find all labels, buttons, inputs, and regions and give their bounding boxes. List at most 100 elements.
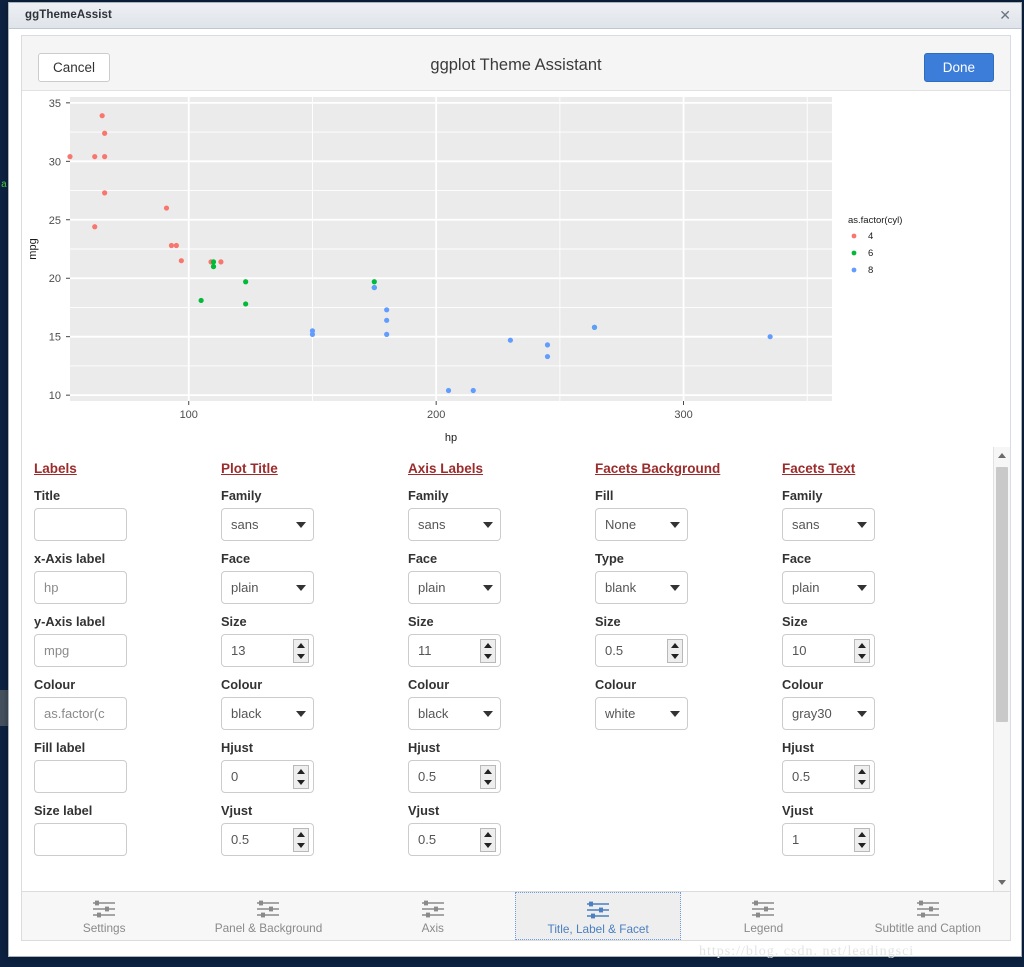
stepper-up-icon[interactable]	[855, 640, 869, 651]
stepper-down-icon[interactable]	[855, 840, 869, 851]
scroll-up-icon[interactable]	[994, 447, 1010, 464]
form-column-heading[interactable]: Axis Labels	[408, 461, 595, 476]
field-label: x-Axis label	[34, 551, 106, 566]
axis-labels-face-select[interactable]: plain	[408, 571, 501, 604]
labels-title-input[interactable]	[34, 508, 127, 541]
stepper-up-icon[interactable]	[668, 640, 682, 651]
select-value: black	[231, 706, 262, 721]
facets-text-size-stepper[interactable]: 10	[782, 634, 875, 667]
tab-settings[interactable]: Settings	[22, 892, 186, 940]
stepper-down-icon[interactable]	[855, 651, 869, 662]
facets-text-vjust-stepper[interactable]: 1	[782, 823, 875, 856]
stepper-arrows[interactable]	[854, 828, 870, 852]
stepper-down-icon[interactable]	[294, 651, 308, 662]
stepper-arrows[interactable]	[293, 828, 309, 852]
tab-panel-background[interactable]: Panel & Background	[186, 892, 350, 940]
facets-text-colour-select[interactable]: gray30	[782, 697, 875, 730]
stepper-down-icon[interactable]	[294, 840, 308, 851]
axis-labels-hjust-stepper[interactable]: 0.5	[408, 760, 501, 793]
stepper-down-icon[interactable]	[668, 651, 682, 662]
svg-text:30: 30	[49, 156, 61, 168]
stepper-up-icon[interactable]	[855, 829, 869, 840]
form-field: Hjust 0	[221, 740, 408, 793]
select-value: None	[605, 517, 637, 532]
facets-background-type-select[interactable]: blank	[595, 571, 688, 604]
facets-text-face-select[interactable]: plain	[782, 571, 875, 604]
plot-title-vjust-stepper[interactable]: 0.5	[221, 823, 314, 856]
select-value: black	[418, 706, 449, 721]
form-field: Face plain	[782, 551, 969, 604]
axis-labels-vjust-stepper[interactable]: 0.5	[408, 823, 501, 856]
stepper-arrows[interactable]	[480, 828, 496, 852]
form-field: Title	[34, 488, 221, 541]
axis-labels-family-select[interactable]: sans	[408, 508, 501, 541]
form-column-heading[interactable]: Facets Text	[782, 461, 969, 476]
form-column-heading[interactable]: Labels	[34, 461, 221, 476]
labels-size-label-input[interactable]	[34, 823, 127, 856]
svg-text:8: 8	[868, 265, 873, 276]
stepper-arrows[interactable]	[667, 639, 683, 663]
stepper-up-icon[interactable]	[855, 766, 869, 777]
form-scrollbar[interactable]	[993, 447, 1010, 891]
scroll-down-icon[interactable]	[994, 874, 1010, 891]
labels-fill-label-input[interactable]	[34, 760, 127, 793]
done-button[interactable]: Done	[923, 53, 994, 82]
axis-labels-colour-select[interactable]: black	[408, 697, 501, 730]
stepper-arrows[interactable]	[480, 639, 496, 663]
svg-text:300: 300	[674, 409, 692, 421]
form-column-heading[interactable]: Facets Background	[595, 461, 782, 476]
select-value: white	[605, 706, 636, 721]
tab-subtitle-and-caption[interactable]: Subtitle and Caption	[846, 892, 1010, 940]
stepper-arrows[interactable]	[854, 639, 870, 663]
field-label: Family	[408, 488, 449, 503]
stepper-up-icon[interactable]	[294, 766, 308, 777]
tab-title-label-facet[interactable]: Title, Label & Facet	[514, 892, 682, 940]
stepper-down-icon[interactable]	[481, 840, 495, 851]
facets-text-family-select[interactable]: sans	[782, 508, 875, 541]
plot-title-size-stepper[interactable]: 13	[221, 634, 314, 667]
form-field: Hjust 0.5	[782, 740, 969, 793]
tab-axis[interactable]: Axis	[351, 892, 515, 940]
field-label: Fill label	[34, 740, 86, 755]
plot-title-hjust-stepper[interactable]: 0	[221, 760, 314, 793]
form-column-heading[interactable]: Plot Title	[221, 461, 408, 476]
facets-background-size-stepper[interactable]: 0.5	[595, 634, 688, 667]
stepper-arrows[interactable]	[480, 765, 496, 789]
plot-title-family-select[interactable]: sans	[221, 508, 314, 541]
form-field: Type blank	[595, 551, 782, 604]
tab-legend[interactable]: Legend	[681, 892, 845, 940]
stepper-down-icon[interactable]	[481, 777, 495, 788]
stepper-up-icon[interactable]	[481, 829, 495, 840]
stepper-arrows[interactable]	[293, 639, 309, 663]
svg-text:hp: hp	[445, 432, 457, 444]
labels-colour-input[interactable]: as.factor(c	[34, 697, 127, 730]
stepper-down-icon[interactable]	[481, 651, 495, 662]
axis-labels-size-stepper[interactable]: 11	[408, 634, 501, 667]
bottom-tabbar: Settings Panel & Background Axis Title, Lab…	[21, 891, 1011, 941]
plot-title-colour-select[interactable]: black	[221, 697, 314, 730]
stepper-up-icon[interactable]	[481, 766, 495, 777]
scrollbar-thumb[interactable]	[996, 467, 1008, 722]
facets-background-colour-select[interactable]: white	[595, 697, 688, 730]
chevron-down-icon	[296, 585, 306, 591]
stepper-down-icon[interactable]	[294, 777, 308, 788]
stepper-up-icon[interactable]	[294, 640, 308, 651]
chevron-down-icon	[670, 522, 680, 528]
form-column-plot-title: Plot Title Family sans Face plain Size 13 Colou…	[221, 455, 408, 891]
form-field: Fill label	[34, 740, 221, 793]
stepper-down-icon[interactable]	[855, 777, 869, 788]
labels-x-axis-label-input[interactable]: hp	[34, 571, 127, 604]
labels-y-axis-label-input[interactable]: mpg	[34, 634, 127, 667]
facets-background-fill-select[interactable]: None	[595, 508, 688, 541]
stepper-arrows[interactable]	[854, 765, 870, 789]
svg-text:as.factor(cyl): as.factor(cyl)	[848, 215, 902, 226]
field-label: Vjust	[408, 803, 440, 818]
close-icon[interactable]: ✕	[999, 7, 1011, 23]
plot-title-face-select[interactable]: plain	[221, 571, 314, 604]
stepper-arrows[interactable]	[293, 765, 309, 789]
stepper-up-icon[interactable]	[481, 640, 495, 651]
facets-text-hjust-stepper[interactable]: 0.5	[782, 760, 875, 793]
form-field: Size 11	[408, 614, 595, 667]
field-label: Face	[221, 551, 251, 566]
stepper-up-icon[interactable]	[294, 829, 308, 840]
